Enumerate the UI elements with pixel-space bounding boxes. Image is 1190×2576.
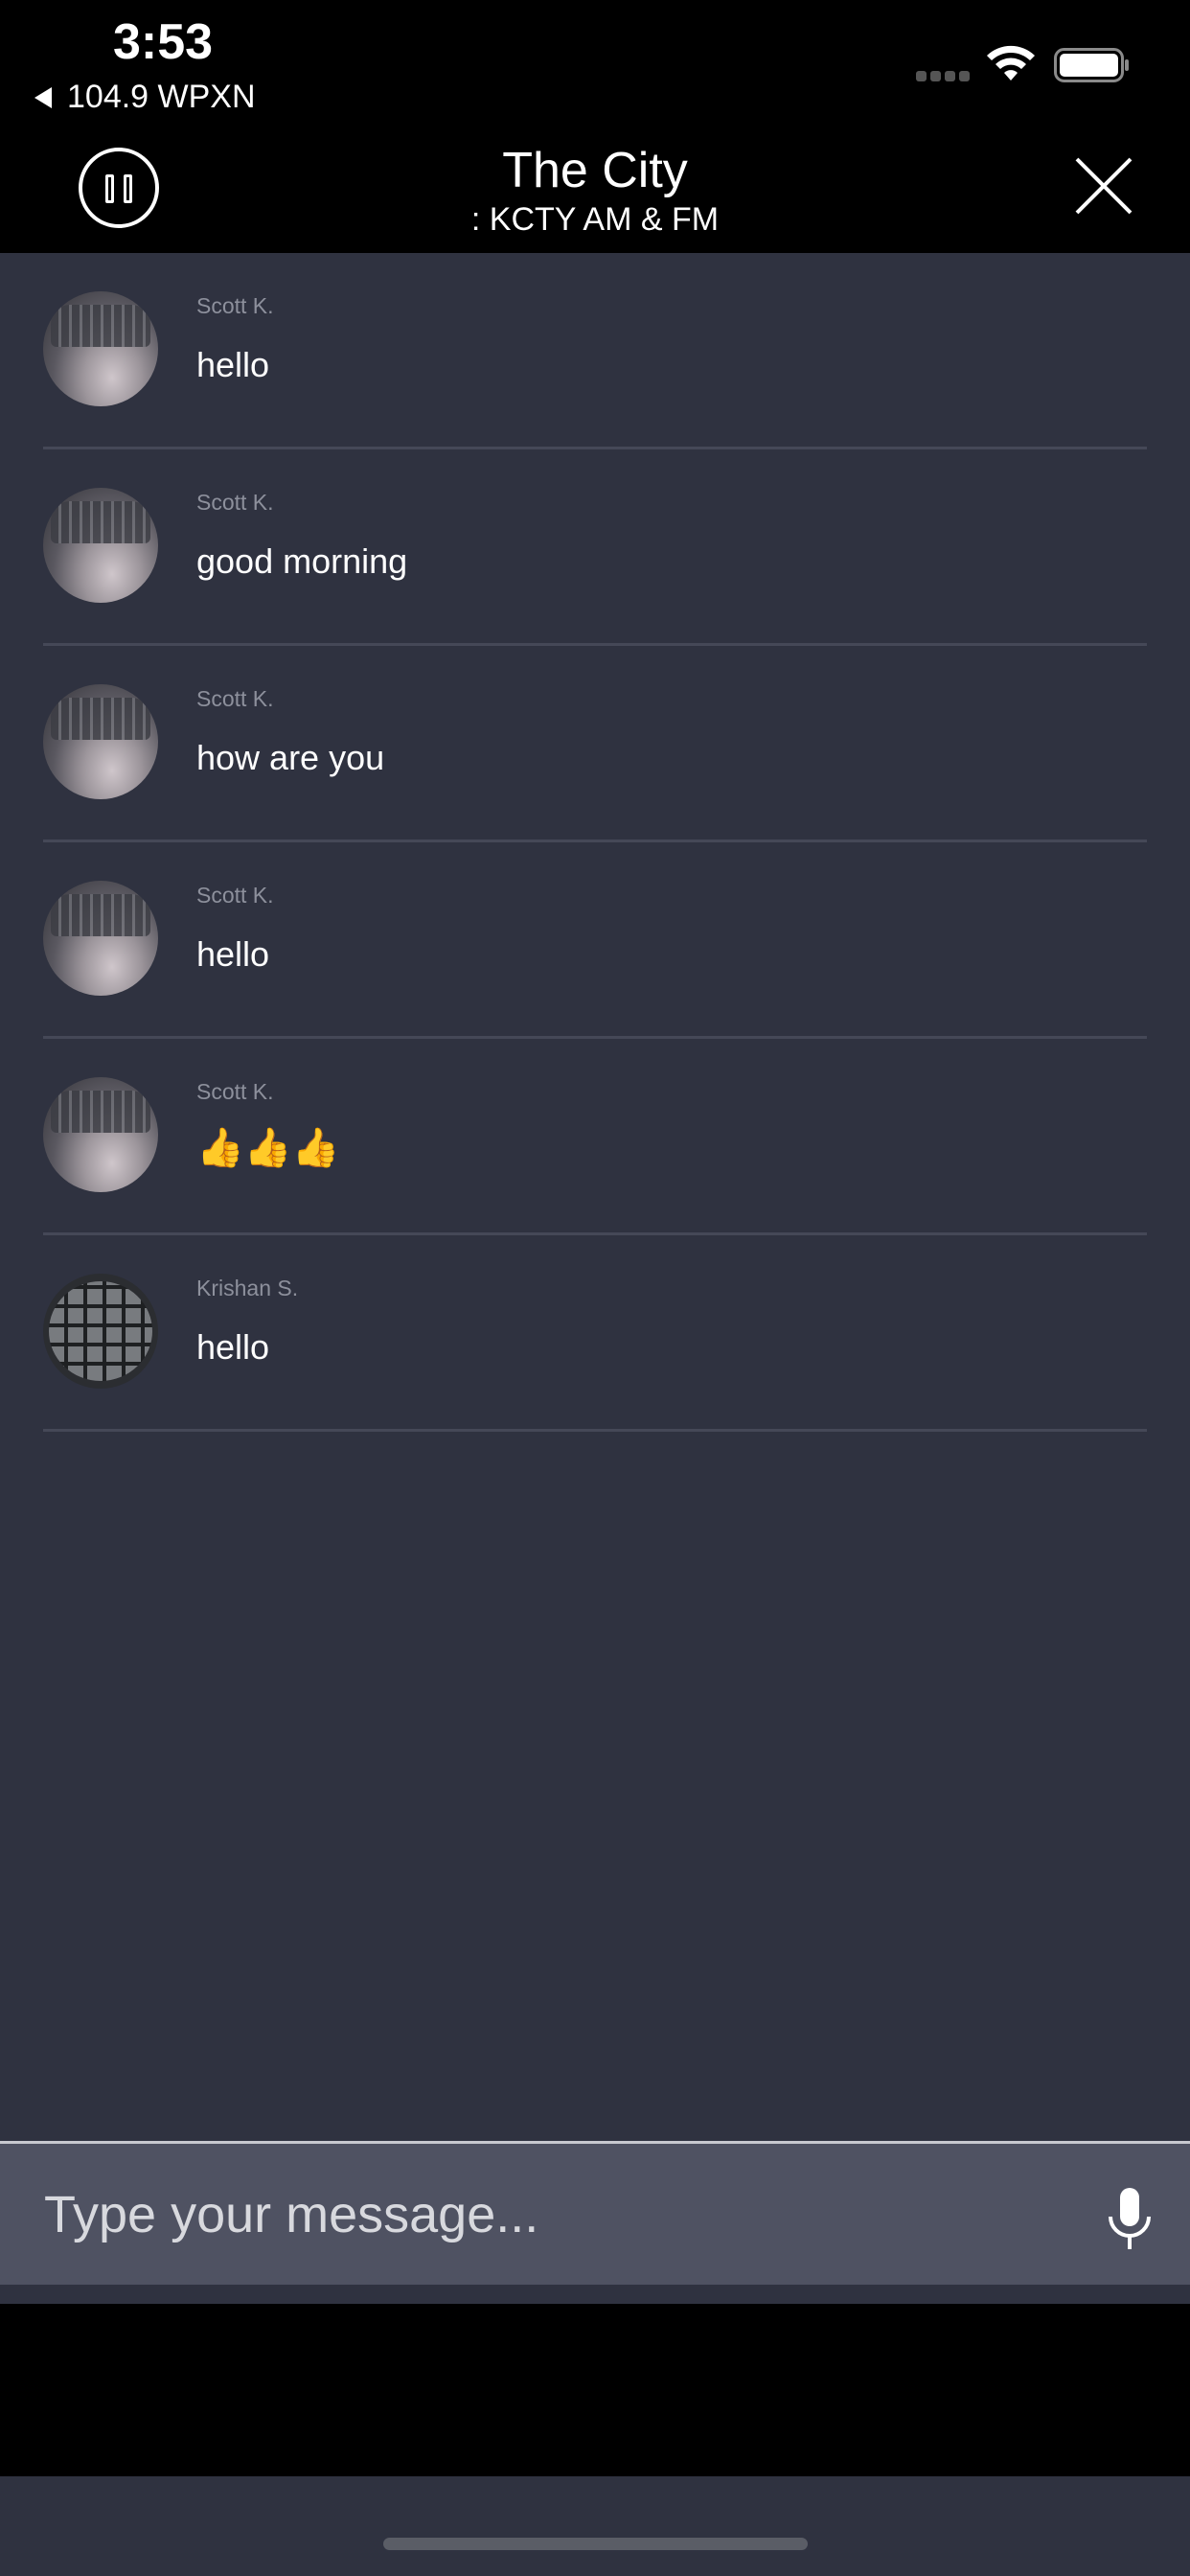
message-text: hello (196, 934, 270, 974)
bottom-panel (0, 2304, 1190, 2476)
message-sender: Scott K. (196, 293, 274, 318)
message-input[interactable] (42, 2171, 1062, 2259)
message-text: hello (196, 1327, 270, 1367)
close-icon[interactable] (1073, 155, 1134, 217)
wifi-icon (987, 45, 1035, 80)
message-item: Krishan S. hello (43, 1235, 1147, 1432)
battery-icon (1054, 48, 1129, 82)
back-arrow-icon (34, 86, 52, 108)
avatar (43, 684, 158, 799)
signal-icon (916, 71, 970, 81)
message-sender: Scott K. (196, 686, 274, 711)
message-item: Scott K. hello (43, 842, 1147, 1039)
back-to-app-link[interactable]: 104.9 WPXN (34, 79, 256, 116)
message-item: Scott K. 👍👍👍 (43, 1039, 1147, 1235)
avatar (43, 881, 158, 996)
status-time: 3:53 (112, 14, 214, 70)
message-item: Scott K. good morning (43, 449, 1147, 646)
microphone-icon[interactable] (1104, 2186, 1156, 2253)
avatar (43, 1274, 158, 1389)
home-indicator[interactable] (383, 2538, 808, 2550)
message-sender: Krishan S. (196, 1276, 299, 1300)
message-item: Scott K. hello (43, 253, 1147, 449)
message-composer (0, 2141, 1190, 2285)
avatar (43, 1077, 158, 1192)
message-list[interactable]: Scott K. hello Scott K. good morning Sco… (0, 253, 1190, 1432)
station-title: The City (502, 143, 688, 198)
avatar (43, 291, 158, 406)
message-text: 👍👍👍 (196, 1127, 340, 1169)
chat-screen: 3:53 104.9 WPXN The City : KCTY AM & FM (0, 0, 1190, 2576)
message-sender: Scott K. (196, 490, 274, 515)
message-text: hello (196, 345, 270, 384)
message-sender: Scott K. (196, 883, 274, 908)
message-item: Scott K. how are you (43, 646, 1147, 842)
player-header: The City : KCTY AM & FM (0, 126, 1190, 253)
message-text: how are you (196, 738, 385, 777)
station-subtitle: : KCTY AM & FM (470, 201, 720, 238)
status-bar: 3:53 104.9 WPXN (0, 0, 1190, 126)
back-app-label: 104.9 WPXN (67, 79, 256, 115)
message-sender: Scott K. (196, 1079, 274, 1104)
message-text: good morning (196, 541, 408, 581)
avatar (43, 488, 158, 603)
